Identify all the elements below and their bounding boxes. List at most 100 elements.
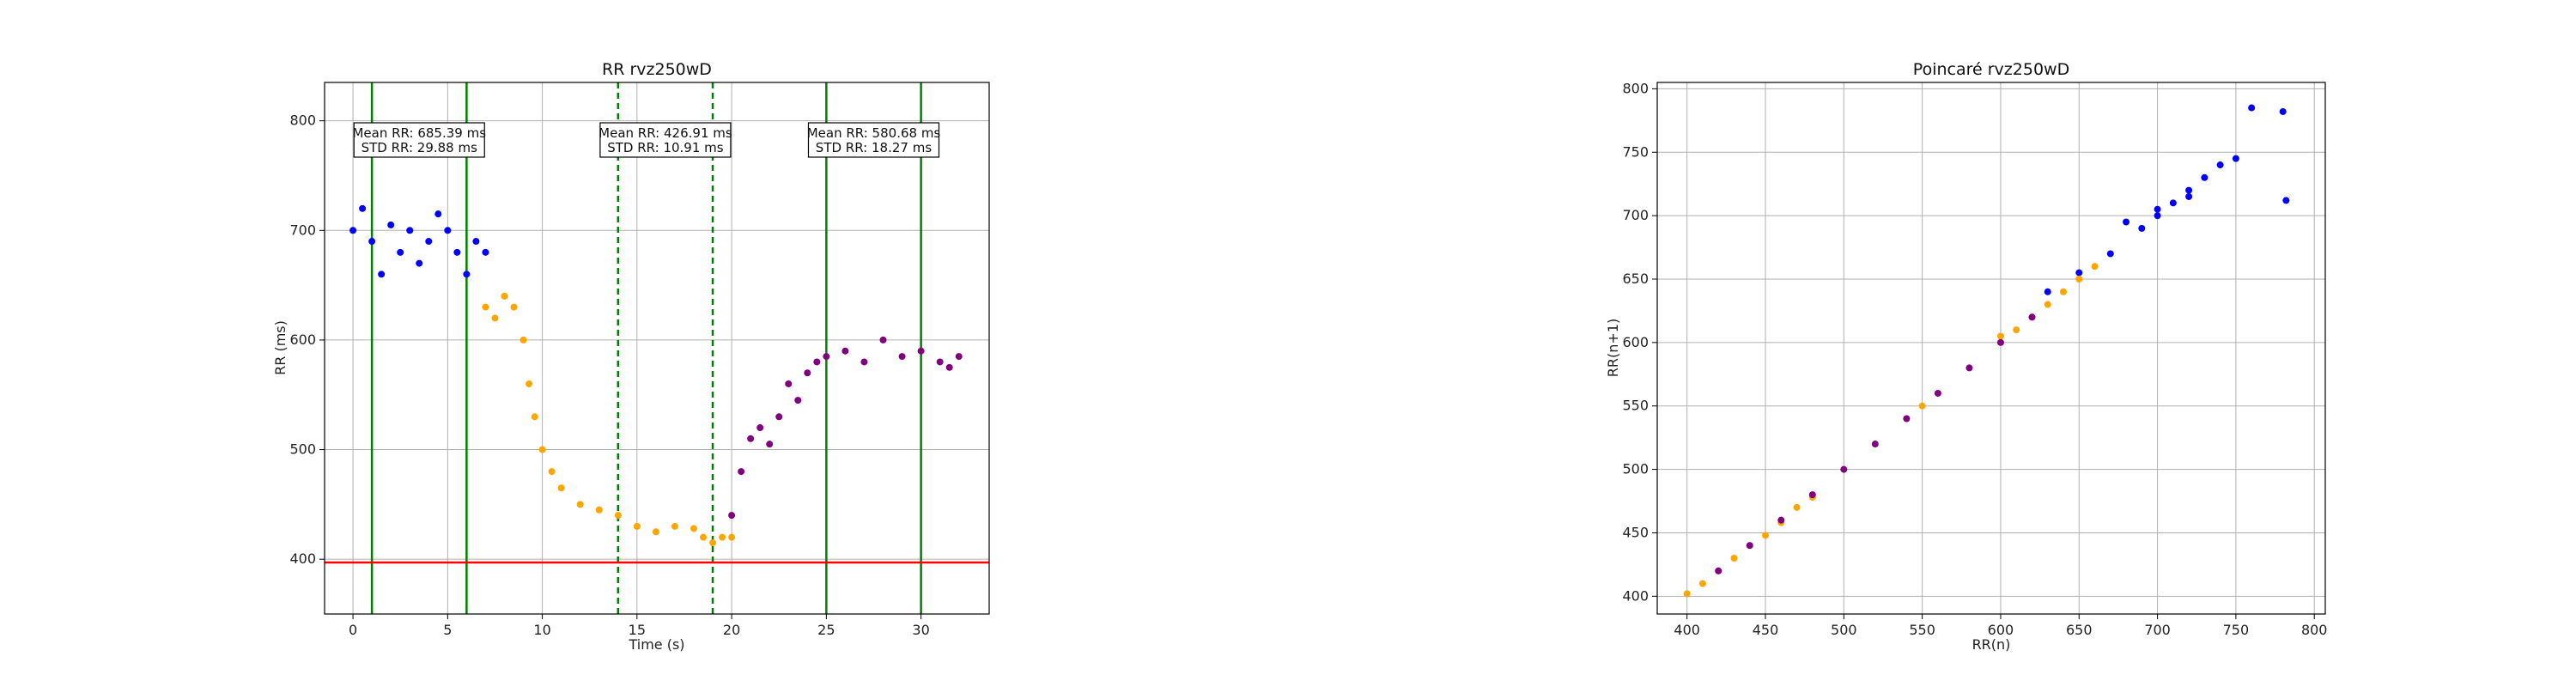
rr-stats-std-text: STD RR: 10.91 ms — [607, 140, 724, 155]
rr-data-point — [785, 380, 793, 387]
poincare-x-tick-label: 500 — [1831, 622, 1857, 638]
rr-data-point — [633, 522, 641, 530]
rr-data-point — [709, 539, 717, 547]
poincare-data-point — [2091, 263, 2099, 271]
rr-data-point — [728, 533, 736, 541]
rr-x-tick-label: 0 — [349, 622, 357, 638]
rr-data-point — [595, 506, 603, 514]
rr-annotations: Mean RR: 685.39 msSTD RR: 29.88 ms Mean R… — [352, 122, 941, 158]
rr-data-point — [519, 336, 527, 344]
poincare-data-point — [2154, 205, 2161, 213]
rr-data-point — [538, 446, 546, 453]
rr-data-point — [728, 512, 736, 520]
poincare-data-point — [2216, 161, 2224, 169]
poincare-y-tick-label: 600 — [1622, 334, 1649, 350]
poincare-y-tick-label: 400 — [1622, 587, 1649, 604]
poincare-data-point — [2075, 275, 2083, 283]
poincare-y-axis-label: RR(n+1) — [1605, 319, 1621, 377]
poincare-y-tick-label: 650 — [1622, 271, 1649, 287]
rr-data-point — [775, 413, 783, 421]
poincare-data-point — [2279, 107, 2287, 115]
rr-data-point — [359, 204, 367, 212]
rr-data-point — [945, 363, 953, 371]
rr-data-point — [557, 484, 565, 492]
rr-data-point — [841, 347, 849, 355]
rr-data-point — [794, 397, 802, 404]
rr-x-axis-label: Time (s) — [628, 636, 684, 653]
rr-stats-mean-text: Mean RR: 580.68 ms — [807, 125, 941, 141]
rr-data-point — [652, 528, 659, 536]
rr-data-point — [955, 353, 963, 361]
rr-data-point — [860, 358, 868, 366]
rr-data-point — [898, 353, 906, 361]
poincare-data-point — [2044, 288, 2051, 295]
rr-x-tick-label: 25 — [817, 622, 835, 638]
rr-stats-mean-text: Mean RR: 685.39 ms — [352, 125, 486, 141]
poincare-data-point — [1777, 516, 1785, 524]
poincare-x-tick-label: 400 — [1674, 622, 1700, 638]
rr-y-tick-label: 600 — [289, 331, 316, 348]
poincare-data-point — [2201, 173, 2208, 181]
poincare-data-point — [2075, 269, 2083, 277]
rr-data-point — [813, 358, 821, 366]
rr-data-point — [690, 525, 697, 532]
rr-data-point — [548, 468, 556, 476]
poincare-data-point — [1730, 554, 1738, 562]
rr-stats-mean-text: Mean RR: 426.91 ms — [598, 125, 732, 141]
rr-x-tick-label: 10 — [533, 622, 550, 638]
rr-data-point — [671, 522, 678, 530]
rr-data-point — [482, 248, 489, 256]
rr-data-point — [719, 533, 726, 541]
rr-data-point — [531, 413, 538, 421]
poincare-data-point — [2060, 288, 2068, 295]
rr-data-point — [406, 227, 414, 234]
rr-data-point — [453, 248, 461, 256]
rr-data-point — [766, 441, 774, 448]
rr-y-tick-label: 800 — [289, 112, 316, 129]
poincare-x-tick-label: 450 — [1753, 622, 1779, 638]
poincare-data-point — [2028, 313, 2036, 321]
poincare-data-point — [1903, 415, 1911, 423]
rr-data-point — [472, 238, 480, 246]
rr-data-point — [368, 238, 376, 246]
poincare-data-point — [2169, 199, 2177, 207]
rr-data-point — [936, 358, 944, 366]
rr-data-point — [614, 512, 622, 520]
poincare-x-tick-label: 650 — [2066, 622, 2093, 638]
rr-x-tick-label: 5 — [443, 622, 452, 638]
poincare-data-point — [2013, 326, 2020, 334]
rr-data-point — [804, 369, 811, 377]
rr-chart-title: RR rvz250wD — [602, 60, 712, 79]
poincare-data-point — [1698, 580, 1706, 587]
rr-data-point — [738, 468, 745, 476]
poincare-data-point — [1746, 542, 1753, 550]
poincare-data-point — [1793, 503, 1801, 511]
poincare-chart-title: Poincaré rvz250wD — [1913, 60, 2069, 79]
rr-data-point — [501, 292, 508, 300]
rr-data-point — [387, 221, 395, 228]
poincare-data-point — [2044, 301, 2051, 308]
rr-stats-std-text: STD RR: 29.88 ms — [361, 140, 478, 155]
poincare-y-tick-label: 700 — [1622, 207, 1649, 223]
rr-stats-std-text: STD RR: 18.27 ms — [816, 140, 933, 155]
rr-data-point — [576, 501, 584, 508]
poincare-data-point — [2138, 224, 2146, 232]
rr-data-point — [378, 271, 386, 278]
poincare-data-point — [1683, 590, 1691, 598]
rr-data-point — [526, 380, 533, 387]
rr-data-point — [823, 353, 830, 361]
poincare-data-point — [2185, 192, 2193, 200]
poincare-x-axis-label: RR(n) — [1972, 636, 2011, 653]
poincare-x-tick-label: 550 — [1909, 622, 1935, 638]
poincare-data-point — [2248, 104, 2256, 112]
rr-data-point — [756, 424, 764, 432]
rr-y-axis-label: RR (ms) — [272, 320, 289, 375]
rr-data-point — [747, 435, 755, 442]
poincare-data-point — [2123, 218, 2130, 226]
rr-x-tick-label: 20 — [723, 622, 740, 638]
poincare-data-point — [1996, 338, 2004, 346]
rr-data-point — [416, 259, 423, 267]
rr-y-tick-label: 700 — [289, 222, 316, 238]
poincare-y-tick-label: 500 — [1622, 461, 1649, 477]
poincare-data-point — [1762, 532, 1770, 539]
